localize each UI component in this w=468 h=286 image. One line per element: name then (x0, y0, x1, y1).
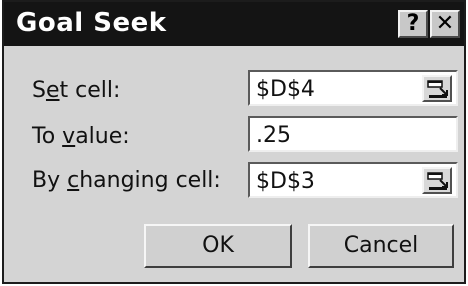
to-value-value: .25 (256, 123, 291, 148)
ok-button[interactable]: OK (144, 224, 292, 268)
set-cell-value: $D$4 (256, 77, 315, 102)
goal-seek-dialog: Goal Seek ? ✕ Set cell: $D$4 To value: .… (2, 0, 466, 284)
close-button[interactable]: ✕ (430, 10, 460, 38)
cancel-button[interactable]: Cancel (308, 224, 454, 268)
set-cell-ref-button[interactable] (422, 75, 452, 102)
dialog-title: Goal Seek (16, 8, 167, 38)
changing-cell-label: By changing cell: (32, 168, 221, 193)
title-bar[interactable]: Goal Seek ? ✕ (4, 2, 464, 46)
changing-cell-ref-button[interactable] (422, 167, 452, 194)
close-icon: ✕ (435, 11, 455, 36)
collapse-dialog-icon (427, 172, 448, 190)
changing-cell-value: $D$3 (256, 169, 315, 194)
to-value-label: To value: (32, 124, 130, 149)
help-button[interactable]: ? (398, 10, 428, 38)
set-cell-input[interactable]: $D$4 (248, 70, 458, 106)
set-cell-label: Set cell: (32, 78, 121, 103)
to-value-input[interactable]: .25 (248, 116, 458, 152)
changing-cell-input[interactable]: $D$3 (248, 162, 458, 198)
collapse-dialog-icon (427, 80, 448, 98)
